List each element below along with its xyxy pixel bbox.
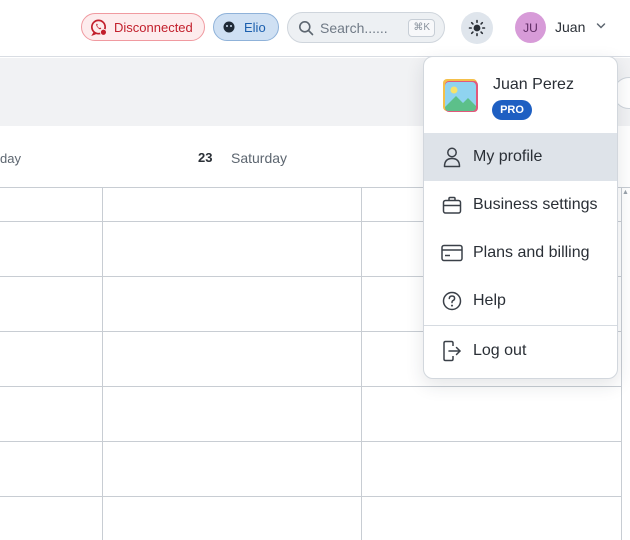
- menu-item-label: My profile: [473, 148, 543, 165]
- menu-item-my-profile[interactable]: My profile: [424, 133, 617, 181]
- grid-row-divider: [0, 386, 622, 387]
- user-dropdown-menu: Juan Perez PRO My profile Business setti…: [423, 56, 618, 379]
- menu-item-label: Plans and billing: [473, 244, 590, 261]
- grid-row-divider: [0, 496, 622, 497]
- assistant-badge[interactable]: Elio: [213, 13, 279, 41]
- assistant-label: Elio: [244, 19, 266, 35]
- profile-picture-icon: [443, 79, 478, 112]
- menu-item-label: Log out: [473, 342, 527, 359]
- sun-icon: [468, 19, 486, 37]
- credit-card-icon: [441, 242, 463, 264]
- menu-user-header: Juan Perez PRO: [424, 57, 617, 133]
- scroll-up-arrow[interactable]: ▲: [622, 189, 629, 196]
- top-bar: Disconnected Elio Search...... ⌘K JU Jua…: [0, 0, 630, 57]
- menu-item-label: Help: [473, 292, 506, 309]
- grid-column-divider: [361, 188, 362, 540]
- help-icon: [441, 290, 463, 312]
- user-avatar[interactable]: JU: [515, 12, 546, 43]
- search-placeholder: Search......: [320, 19, 388, 36]
- chevron-down-icon[interactable]: [596, 22, 606, 30]
- search-icon: [299, 20, 314, 35]
- menu-item-help[interactable]: Help: [424, 277, 617, 325]
- assistant-face-icon: [223, 21, 235, 33]
- menu-item-label: Business settings: [473, 196, 598, 213]
- grid-column-divider: [621, 188, 622, 540]
- menu-item-log-out[interactable]: Log out: [424, 327, 617, 375]
- menu-user-full-name: Juan Perez: [493, 76, 574, 93]
- previous-day-name: day: [0, 151, 21, 166]
- menu-item-plans-and-billing[interactable]: Plans and billing: [424, 229, 617, 277]
- user-name-label[interactable]: Juan: [555, 19, 585, 35]
- connection-status-label: Disconnected: [114, 19, 193, 35]
- menu-item-business-settings[interactable]: Business settings: [424, 181, 617, 229]
- user-icon: [441, 146, 463, 168]
- grid-row-divider: [0, 441, 622, 442]
- user-initials: JU: [523, 20, 538, 35]
- day-name: Saturday: [231, 150, 288, 166]
- day-number: 23: [198, 150, 213, 165]
- grid-column-divider: [102, 188, 103, 540]
- menu-divider: [424, 325, 617, 326]
- briefcase-icon: [441, 194, 463, 216]
- whatsapp-disconnected-icon: [90, 19, 107, 36]
- search-input[interactable]: Search...... ⌘K: [287, 12, 445, 43]
- search-shortcut-hint: ⌘K: [408, 19, 435, 37]
- plan-badge: PRO: [492, 100, 532, 120]
- connection-status-badge[interactable]: Disconnected: [81, 13, 205, 41]
- theme-toggle-button[interactable]: [461, 12, 493, 44]
- logout-icon: [441, 340, 463, 362]
